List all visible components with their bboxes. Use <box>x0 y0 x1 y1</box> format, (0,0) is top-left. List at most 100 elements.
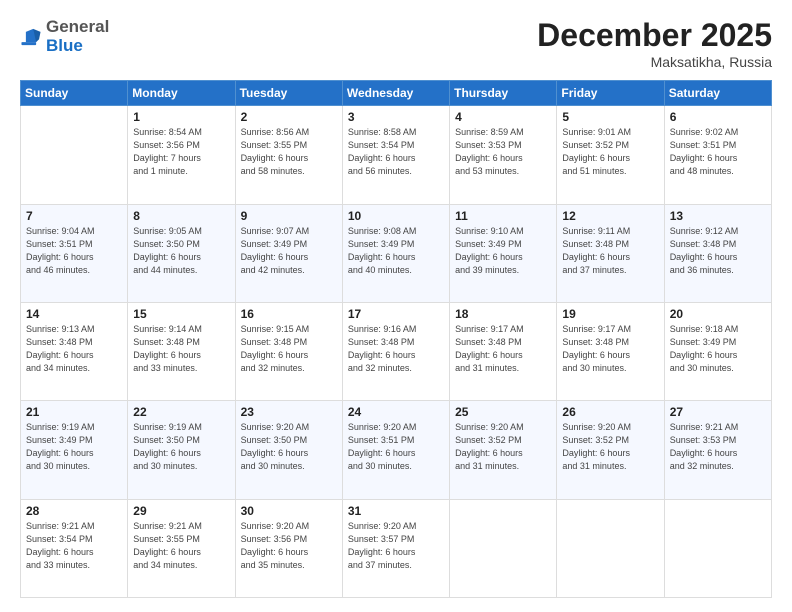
calendar-cell: 11 Sunrise: 9:10 AM Sunset: 3:49 PM Dayli… <box>450 204 557 302</box>
day-number: 5 <box>562 110 658 124</box>
col-monday: Monday <box>128 81 235 106</box>
day-number: 18 <box>455 307 551 321</box>
calendar-cell: 5Sunrise: 9:01 AM Sunset: 3:52 PM Daylig… <box>557 106 664 204</box>
day-info: Sunrise: 8:58 AM Sunset: 3:54 PM Dayligh… <box>348 126 444 178</box>
day-info: Sunrise: 8:54 AM Sunset: 3:56 PM Dayligh… <box>133 126 229 178</box>
day-info: Sunrise: 9:19 AM Sunset: 3:50 PM Dayligh… <box>133 421 229 473</box>
calendar-cell: 17Sunrise: 9:16 AM Sunset: 3:48 PM Dayli… <box>342 302 449 400</box>
day-number: 11 <box>455 209 551 223</box>
day-info: Sunrise: 9:21 AM Sunset: 3:54 PM Dayligh… <box>26 520 122 572</box>
day-number: 6 <box>670 110 766 124</box>
day-info: Sunrise: 9:15 AM Sunset: 3:48 PM Dayligh… <box>241 323 337 375</box>
calendar-week-1: 7Sunrise: 9:04 AM Sunset: 3:51 PM Daylig… <box>21 204 772 302</box>
calendar-cell <box>450 499 557 597</box>
day-number: 17 <box>348 307 444 321</box>
calendar-cell: 6 Sunrise: 9:02 AM Sunset: 3:51 PM Daylig… <box>664 106 771 204</box>
logo: General Blue <box>20 18 109 55</box>
calendar-cell: 7Sunrise: 9:04 AM Sunset: 3:51 PM Daylig… <box>21 204 128 302</box>
calendar-week-3: 21 Sunrise: 9:19 AM Sunset: 3:49 PM Dayli… <box>21 401 772 499</box>
calendar-cell: 10 Sunrise: 9:08 AM Sunset: 3:49 PM Dayli… <box>342 204 449 302</box>
calendar-cell: 12 Sunrise: 9:11 AM Sunset: 3:48 PM Dayli… <box>557 204 664 302</box>
calendar-cell: 14 Sunrise: 9:13 AM Sunset: 3:48 PM Dayli… <box>21 302 128 400</box>
day-info: Sunrise: 9:10 AM Sunset: 3:49 PM Dayligh… <box>455 225 551 277</box>
page: General Blue December 2025 Maksatikha, R… <box>0 0 792 612</box>
day-info: Sunrise: 9:07 AM Sunset: 3:49 PM Dayligh… <box>241 225 337 277</box>
day-info: Sunrise: 9:14 AM Sunset: 3:48 PM Dayligh… <box>133 323 229 375</box>
calendar-cell: 3 Sunrise: 8:58 AM Sunset: 3:54 PM Daylig… <box>342 106 449 204</box>
calendar-cell: 2 Sunrise: 8:56 AM Sunset: 3:55 PM Daylig… <box>235 106 342 204</box>
calendar-cell: 8Sunrise: 9:05 AM Sunset: 3:50 PM Daylig… <box>128 204 235 302</box>
calendar-cell: 30 Sunrise: 9:20 AM Sunset: 3:56 PM Dayli… <box>235 499 342 597</box>
day-number: 14 <box>26 307 122 321</box>
calendar-cell: 26Sunrise: 9:20 AM Sunset: 3:52 PM Dayli… <box>557 401 664 499</box>
day-number: 24 <box>348 405 444 419</box>
title-block: December 2025 Maksatikha, Russia <box>537 18 772 70</box>
calendar-cell: 9Sunrise: 9:07 AM Sunset: 3:49 PM Daylig… <box>235 204 342 302</box>
day-info: Sunrise: 9:13 AM Sunset: 3:48 PM Dayligh… <box>26 323 122 375</box>
day-number: 28 <box>26 504 122 518</box>
logo-icon <box>20 26 42 48</box>
day-number: 8 <box>133 209 229 223</box>
day-info: Sunrise: 9:18 AM Sunset: 3:49 PM Dayligh… <box>670 323 766 375</box>
col-sunday: Sunday <box>21 81 128 106</box>
logo-text: General Blue <box>46 18 109 55</box>
calendar-week-4: 28 Sunrise: 9:21 AM Sunset: 3:54 PM Dayli… <box>21 499 772 597</box>
calendar-cell: 24 Sunrise: 9:20 AM Sunset: 3:51 PM Dayli… <box>342 401 449 499</box>
day-info: Sunrise: 9:20 AM Sunset: 3:51 PM Dayligh… <box>348 421 444 473</box>
day-number: 21 <box>26 405 122 419</box>
day-number: 22 <box>133 405 229 419</box>
day-info: Sunrise: 9:19 AM Sunset: 3:49 PM Dayligh… <box>26 421 122 473</box>
day-info: Sunrise: 9:02 AM Sunset: 3:51 PM Dayligh… <box>670 126 766 178</box>
day-info: Sunrise: 9:17 AM Sunset: 3:48 PM Dayligh… <box>455 323 551 375</box>
col-wednesday: Wednesday <box>342 81 449 106</box>
day-number: 20 <box>670 307 766 321</box>
calendar-cell: 29 Sunrise: 9:21 AM Sunset: 3:55 PM Dayli… <box>128 499 235 597</box>
day-info: Sunrise: 9:20 AM Sunset: 3:56 PM Dayligh… <box>241 520 337 572</box>
col-friday: Friday <box>557 81 664 106</box>
calendar-cell: 20 Sunrise: 9:18 AM Sunset: 3:49 PM Dayli… <box>664 302 771 400</box>
day-number: 30 <box>241 504 337 518</box>
day-number: 31 <box>348 504 444 518</box>
day-number: 25 <box>455 405 551 419</box>
day-number: 10 <box>348 209 444 223</box>
calendar-cell: 15 Sunrise: 9:14 AM Sunset: 3:48 PM Dayli… <box>128 302 235 400</box>
day-number: 3 <box>348 110 444 124</box>
col-saturday: Saturday <box>664 81 771 106</box>
day-info: Sunrise: 9:20 AM Sunset: 3:52 PM Dayligh… <box>455 421 551 473</box>
calendar-cell: 21 Sunrise: 9:19 AM Sunset: 3:49 PM Dayli… <box>21 401 128 499</box>
day-number: 13 <box>670 209 766 223</box>
day-number: 15 <box>133 307 229 321</box>
day-number: 7 <box>26 209 122 223</box>
calendar-cell <box>664 499 771 597</box>
day-number: 29 <box>133 504 229 518</box>
calendar-cell: 16Sunrise: 9:15 AM Sunset: 3:48 PM Dayli… <box>235 302 342 400</box>
day-info: Sunrise: 9:12 AM Sunset: 3:48 PM Dayligh… <box>670 225 766 277</box>
day-number: 27 <box>670 405 766 419</box>
day-info: Sunrise: 9:11 AM Sunset: 3:48 PM Dayligh… <box>562 225 658 277</box>
calendar-table: Sunday Monday Tuesday Wednesday Thursday… <box>20 80 772 598</box>
calendar-cell: 13 Sunrise: 9:12 AM Sunset: 3:48 PM Dayli… <box>664 204 771 302</box>
calendar-week-2: 14 Sunrise: 9:13 AM Sunset: 3:48 PM Dayli… <box>21 302 772 400</box>
day-number: 12 <box>562 209 658 223</box>
calendar-cell: 4 Sunrise: 8:59 AM Sunset: 3:53 PM Daylig… <box>450 106 557 204</box>
day-number: 1 <box>133 110 229 124</box>
logo-blue: Blue <box>46 36 83 55</box>
day-number: 19 <box>562 307 658 321</box>
calendar-cell <box>557 499 664 597</box>
logo-general: General <box>46 17 109 36</box>
day-info: Sunrise: 8:56 AM Sunset: 3:55 PM Dayligh… <box>241 126 337 178</box>
day-info: Sunrise: 9:21 AM Sunset: 3:55 PM Dayligh… <box>133 520 229 572</box>
month-title: December 2025 <box>537 18 772 53</box>
calendar-cell: 27 Sunrise: 9:21 AM Sunset: 3:53 PM Dayli… <box>664 401 771 499</box>
day-number: 2 <box>241 110 337 124</box>
day-info: Sunrise: 9:21 AM Sunset: 3:53 PM Dayligh… <box>670 421 766 473</box>
calendar-header-row: Sunday Monday Tuesday Wednesday Thursday… <box>21 81 772 106</box>
calendar-week-0: 1 Sunrise: 8:54 AM Sunset: 3:56 PM Daylig… <box>21 106 772 204</box>
day-number: 4 <box>455 110 551 124</box>
day-info: Sunrise: 8:59 AM Sunset: 3:53 PM Dayligh… <box>455 126 551 178</box>
calendar-cell: 19Sunrise: 9:17 AM Sunset: 3:48 PM Dayli… <box>557 302 664 400</box>
day-info: Sunrise: 9:20 AM Sunset: 3:50 PM Dayligh… <box>241 421 337 473</box>
day-info: Sunrise: 9:08 AM Sunset: 3:49 PM Dayligh… <box>348 225 444 277</box>
calendar-cell: 18 Sunrise: 9:17 AM Sunset: 3:48 PM Dayli… <box>450 302 557 400</box>
header: General Blue December 2025 Maksatikha, R… <box>20 18 772 70</box>
